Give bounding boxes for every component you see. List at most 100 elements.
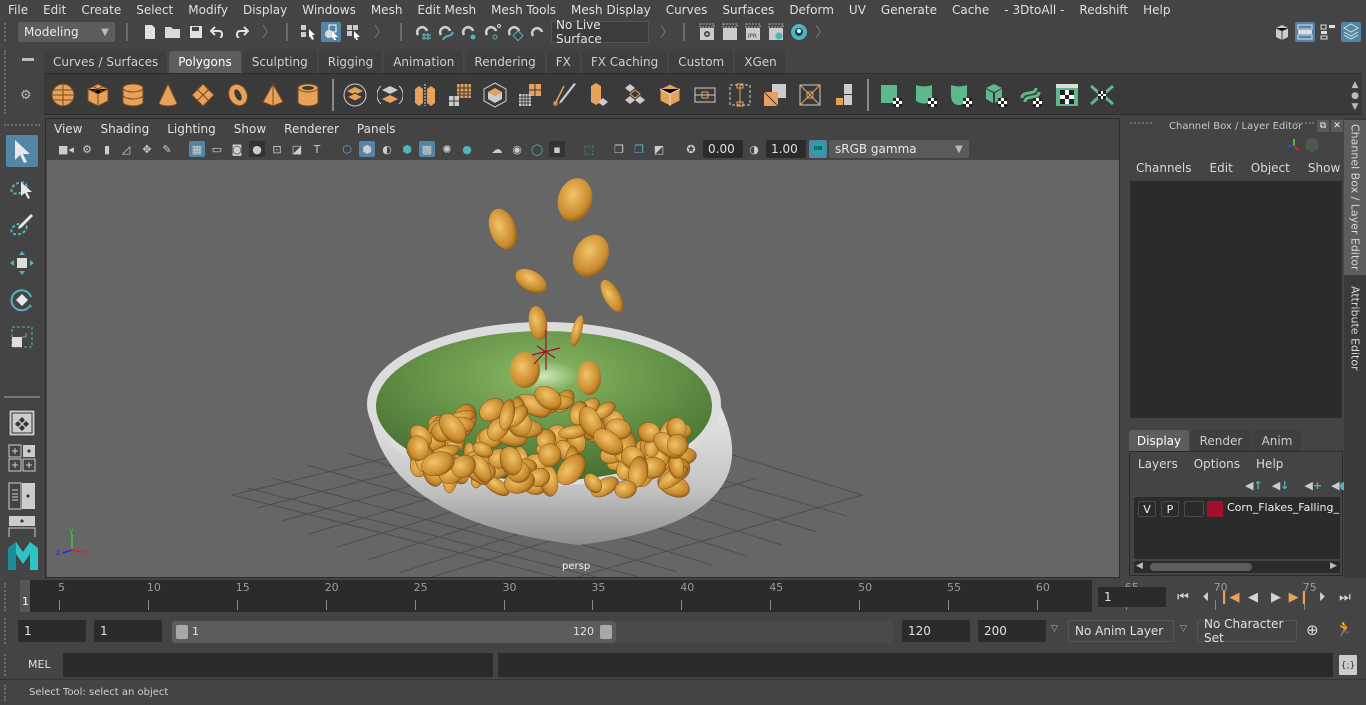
- snap-to-points-icon[interactable]: [459, 22, 479, 42]
- motion-blur-icon[interactable]: ◉: [509, 141, 525, 157]
- screen-space-ao-icon[interactable]: ☁: [489, 141, 505, 157]
- collapse-arrow-icon[interactable]: 〉: [262, 22, 276, 42]
- menu-modify[interactable]: Modify: [180, 3, 235, 17]
- menu-deform[interactable]: Deform: [781, 3, 841, 17]
- smooth-shade-icon[interactable]: ⬢: [359, 141, 375, 157]
- scrollbar-thumb[interactable]: [1150, 563, 1252, 571]
- shelf-tab-rigging[interactable]: Rigging: [318, 51, 384, 73]
- menu-redshift[interactable]: Redshift: [1071, 3, 1135, 17]
- wireframe-on-shaded-icon[interactable]: ⬢: [399, 141, 415, 157]
- time-slider-drag-handle[interactable]: [4, 583, 10, 611]
- menu-help[interactable]: Help: [1135, 3, 1177, 17]
- menu-display[interactable]: Display: [235, 3, 294, 17]
- xray-active-components-icon[interactable]: ◩: [651, 141, 667, 157]
- anim-layer-dropdown[interactable]: No Anim Layer: [1068, 620, 1174, 642]
- collapse-arrow-icon[interactable]: 〉: [374, 22, 388, 42]
- auto-key-icon[interactable]: ⊕: [1306, 621, 1319, 639]
- animation-preferences-icon[interactable]: 🏃: [1335, 620, 1354, 638]
- gamma-field[interactable]: 1.00: [766, 140, 806, 158]
- playback-start-field[interactable]: 1: [94, 620, 162, 642]
- new-empty-layer-icon[interactable]: ◀+: [1304, 479, 1322, 492]
- paint-select-tool[interactable]: [6, 210, 38, 242]
- four-view-layout-button[interactable]: [6, 442, 38, 474]
- smooth-icon[interactable]: [447, 82, 473, 108]
- layer-visibility-toggle[interactable]: V: [1138, 501, 1156, 517]
- shelf-tab-curves-surfaces[interactable]: Curves / Surfaces: [44, 51, 169, 73]
- channel-box-menu-show[interactable]: Show: [1299, 161, 1349, 175]
- scroll-left-icon[interactable]: ◀: [1136, 561, 1143, 571]
- layer-menu-options[interactable]: Options: [1194, 457, 1256, 471]
- live-surface-field[interactable]: No Live Surface: [551, 18, 649, 46]
- script-editor-icon[interactable]: {;}: [1339, 655, 1357, 675]
- range-end-handle[interactable]: [600, 625, 612, 639]
- layer-list-horizontal-scrollbar[interactable]: ◀ ▶: [1134, 561, 1340, 573]
- exposure-field[interactable]: 0.00: [703, 140, 743, 158]
- undo-icon[interactable]: [208, 22, 228, 42]
- edge-loop-icon[interactable]: [692, 82, 718, 108]
- menu-select[interactable]: Select: [128, 3, 180, 17]
- channel-box-sync-icon[interactable]: [1305, 138, 1319, 152]
- step-back-frame-icon[interactable]: ⏴: [1197, 588, 1215, 606]
- manipulator-axes-icon[interactable]: [1285, 137, 1303, 155]
- attribute-editor-toggle-icon[interactable]: [1295, 22, 1315, 42]
- layer-menu-layers[interactable]: Layers: [1138, 457, 1194, 471]
- panel-drag-handle[interactable]: [1294, 122, 1314, 126]
- make-live-icon[interactable]: [505, 22, 525, 42]
- move-tool[interactable]: [6, 247, 38, 279]
- mel-command-input[interactable]: [63, 653, 493, 677]
- isolate-select-icon[interactable]: ⬚: [581, 141, 597, 157]
- animation-end-field[interactable]: 200: [978, 620, 1046, 642]
- toolbox-drag-handle[interactable]: [4, 124, 40, 128]
- snap-to-curves-icon[interactable]: [436, 22, 456, 42]
- drag-handle[interactable]: [4, 23, 10, 41]
- layer-tab-anim[interactable]: Anim: [1253, 430, 1301, 451]
- bookmark-icon[interactable]: ▮: [99, 141, 115, 157]
- workspace-menu-dropdown[interactable]: Modeling ▼: [18, 22, 115, 42]
- color-management-toggle[interactable]: ON: [809, 140, 827, 158]
- uv-editor-icon[interactable]: [1054, 82, 1080, 108]
- redo-icon[interactable]: [231, 22, 251, 42]
- menu-uv[interactable]: UV: [841, 3, 873, 17]
- poly-cube-icon[interactable]: [85, 82, 111, 108]
- current-frame-field[interactable]: 1: [1098, 587, 1166, 607]
- select-objects-icon[interactable]: [321, 22, 341, 42]
- go-to-end-icon[interactable]: ⏭: [1336, 588, 1354, 606]
- animation-start-field[interactable]: 1: [18, 620, 86, 642]
- layer-tab-render[interactable]: Render: [1191, 430, 1251, 451]
- multi-cut-icon[interactable]: [552, 82, 578, 108]
- safe-title-icon[interactable]: T: [309, 141, 325, 157]
- xray-joints-icon[interactable]: ❐: [631, 141, 647, 157]
- remesh-icon[interactable]: [517, 82, 543, 108]
- menu-create[interactable]: Create: [73, 3, 128, 17]
- menu-mesh-tools[interactable]: Mesh Tools: [483, 3, 563, 17]
- snap-to-view-planes-icon[interactable]: [482, 22, 502, 42]
- render-view-icon[interactable]: [697, 22, 717, 42]
- channel-box-menu-channels[interactable]: Channels: [1129, 161, 1201, 175]
- anim-layer-dropdown-arrow-icon[interactable]: ▽: [1051, 624, 1058, 634]
- outliner-persp-layout-button[interactable]: [6, 480, 38, 512]
- channel-box-menu-object[interactable]: Object: [1242, 161, 1299, 175]
- shelf-tab-xgen[interactable]: XGen: [735, 51, 787, 73]
- select-camera-icon[interactable]: ■◂: [58, 141, 74, 157]
- shelf-settings-gear-icon[interactable]: ⚙: [20, 88, 32, 103]
- bridge-icon[interactable]: [622, 82, 648, 108]
- menu-mesh-display[interactable]: Mesh Display: [563, 3, 658, 17]
- close-panel-icon[interactable]: ✕: [1331, 120, 1343, 132]
- range-slider-drag-handle[interactable]: [4, 618, 10, 644]
- separate-icon[interactable]: [377, 82, 403, 108]
- poly-torus-icon[interactable]: [225, 82, 251, 108]
- 2d-pan-zoom-icon[interactable]: ✥: [139, 141, 155, 157]
- playback-end-field[interactable]: 120: [902, 620, 970, 642]
- layer-color-swatch[interactable]: [1207, 501, 1223, 517]
- xray-icon[interactable]: ❐: [611, 141, 627, 157]
- layer-name[interactable]: Corn_Flakes_Falling_ir: [1227, 501, 1340, 514]
- single-perspective-view-button[interactable]: [6, 407, 38, 439]
- 3d-cut-sew-uv-icon[interactable]: [1089, 82, 1115, 108]
- shelf-tab-fx-caching[interactable]: FX Caching: [581, 51, 669, 73]
- automatic-uv-icon[interactable]: [984, 82, 1010, 108]
- layer-display-type-toggle[interactable]: [1184, 501, 1204, 517]
- shelf-tab-sculpting[interactable]: Sculpting: [242, 51, 318, 73]
- spherical-uv-icon[interactable]: [949, 82, 975, 108]
- image-plane-icon[interactable]: ◿: [118, 141, 134, 157]
- layer-tab-display[interactable]: Display: [1129, 430, 1189, 451]
